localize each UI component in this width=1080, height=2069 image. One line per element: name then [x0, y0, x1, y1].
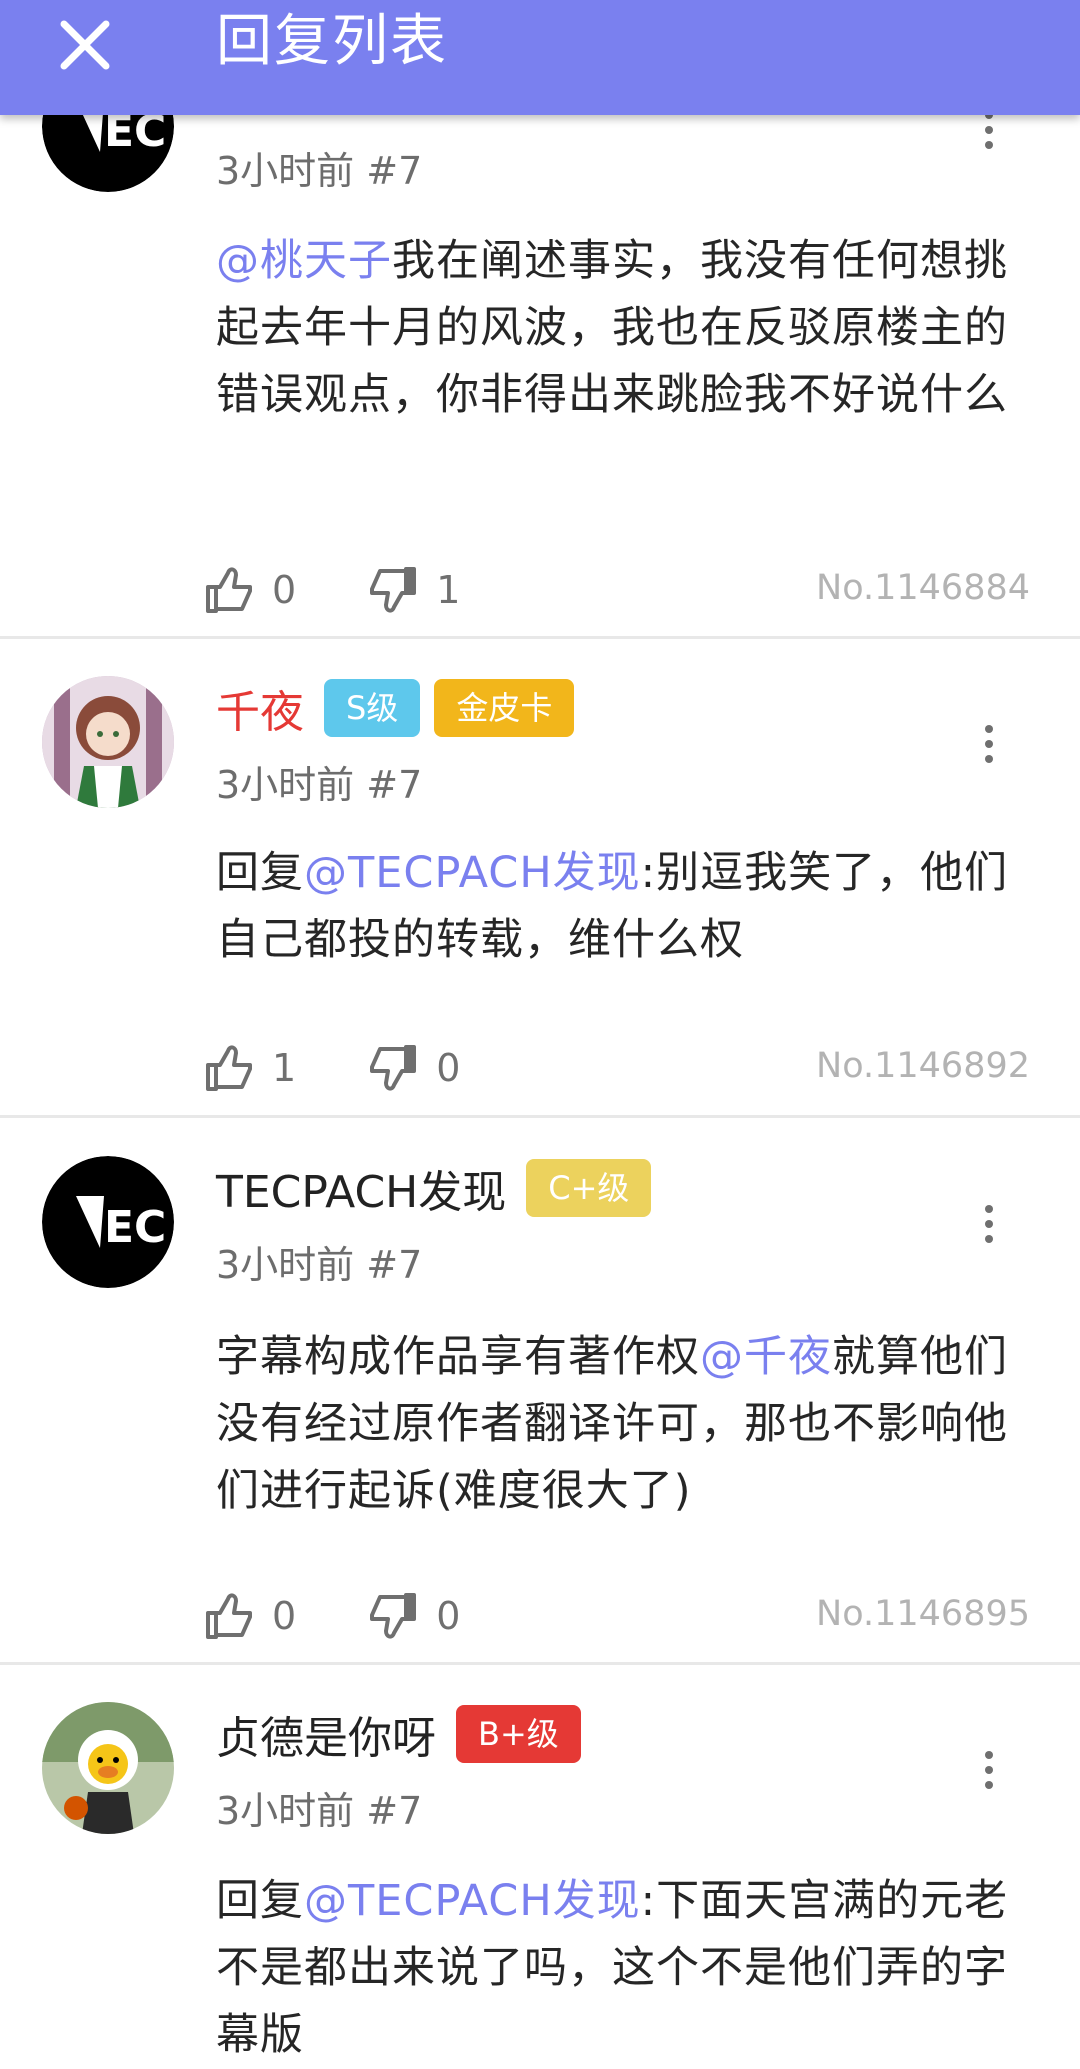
- thumbs-down-icon: [370, 567, 417, 613]
- user-row: 贞德是你呀 B+级: [216, 1702, 595, 1766]
- comment-actions: 0 0: [202, 1586, 530, 1646]
- thumbs-up-icon: [206, 1593, 252, 1639]
- level-badge: S级: [324, 679, 421, 737]
- member-badge: 金皮卡: [434, 679, 575, 737]
- more-vertical-icon[interactable]: [974, 714, 1004, 774]
- thumbs-up-icon: [206, 1045, 252, 1091]
- like-button[interactable]: 0: [202, 563, 296, 617]
- dislike-button[interactable]: 0: [366, 1041, 460, 1095]
- dislike-count: 0: [436, 1046, 461, 1090]
- dislike-button[interactable]: 0: [366, 1589, 460, 1643]
- comment-body: 回复@TECPACH发现:下面天宫满的元老不是都出来说了吗，这个不是他们弄的字幕…: [216, 1868, 1016, 2069]
- comment-number: No.1146892: [816, 1046, 1030, 1086]
- app-header: 回复列表: [0, 0, 1080, 115]
- comment-body: @桃天子我在阐述事实，我没有任何想挑起去年十月的风波，我也在反驳原楼主的错误观点…: [216, 228, 1016, 429]
- like-count: 1: [272, 1046, 297, 1090]
- svg-text:EC: EC: [104, 1202, 166, 1253]
- username[interactable]: 贞德是你呀: [216, 1702, 436, 1766]
- dislike-button[interactable]: 1: [366, 563, 460, 617]
- divider: [0, 1662, 1080, 1665]
- close-icon[interactable]: [52, 12, 118, 78]
- thumbs-up-icon: [206, 567, 252, 613]
- mention-link[interactable]: @TECPACH发现: [304, 1876, 641, 1926]
- page-title: 回复列表: [216, 9, 448, 74]
- divider: [0, 636, 1080, 639]
- username[interactable]: 千夜: [216, 676, 304, 740]
- comment-meta: 3小时前 #7: [216, 1789, 423, 1833]
- like-count: 0: [272, 1594, 297, 1638]
- like-button[interactable]: 1: [202, 1041, 296, 1095]
- comment-text-before: 字幕构成作品享有著作权: [216, 1332, 700, 1382]
- user-row: TECPACH发现 C+级: [216, 1156, 665, 1220]
- level-badge: B+级: [456, 1705, 581, 1763]
- mention-link[interactable]: @千夜: [700, 1332, 832, 1382]
- comment-actions: 0 1: [202, 560, 530, 620]
- level-badge: C+级: [526, 1159, 652, 1217]
- avatar[interactable]: [42, 676, 174, 808]
- divider: [0, 1115, 1080, 1118]
- comment-meta: 3小时前 #7: [216, 149, 423, 193]
- mention-link[interactable]: @桃天子: [216, 236, 392, 286]
- more-vertical-icon[interactable]: [974, 1194, 1004, 1254]
- like-button[interactable]: 0: [202, 1589, 296, 1643]
- comment-meta: 3小时前 #7: [216, 763, 423, 807]
- avatar[interactable]: [42, 1702, 174, 1834]
- reply-prefix: 回复: [216, 848, 304, 898]
- thumbs-down-icon: [370, 1045, 417, 1091]
- dislike-count: 0: [436, 1594, 461, 1638]
- username[interactable]: TECPACH发现: [216, 1156, 506, 1220]
- avatar[interactable]: EC: [42, 1156, 174, 1288]
- reply-prefix: 回复: [216, 1876, 304, 1926]
- comment-body: 回复@TECPACH发现:别逗我笑了，他们自己都投的转载，维什么权: [216, 840, 1016, 974]
- like-count: 0: [272, 568, 297, 612]
- comment-meta: 3小时前 #7: [216, 1243, 423, 1287]
- comment-number: No.1146884: [816, 568, 1030, 608]
- comment-actions: 1 0: [202, 1038, 530, 1098]
- thumbs-down-icon: [370, 1593, 417, 1639]
- comment-number: No.1146895: [816, 1594, 1030, 1634]
- mention-link[interactable]: @TECPACH发现: [304, 848, 641, 898]
- comment-body: 字幕构成作品享有著作权@千夜就算他们没有经过原作者翻译许可，那也不影响他们进行起…: [216, 1324, 1016, 1525]
- dislike-count: 1: [436, 568, 461, 612]
- more-vertical-icon[interactable]: [974, 1740, 1004, 1800]
- user-row: 千夜 S级 金皮卡: [216, 676, 588, 740]
